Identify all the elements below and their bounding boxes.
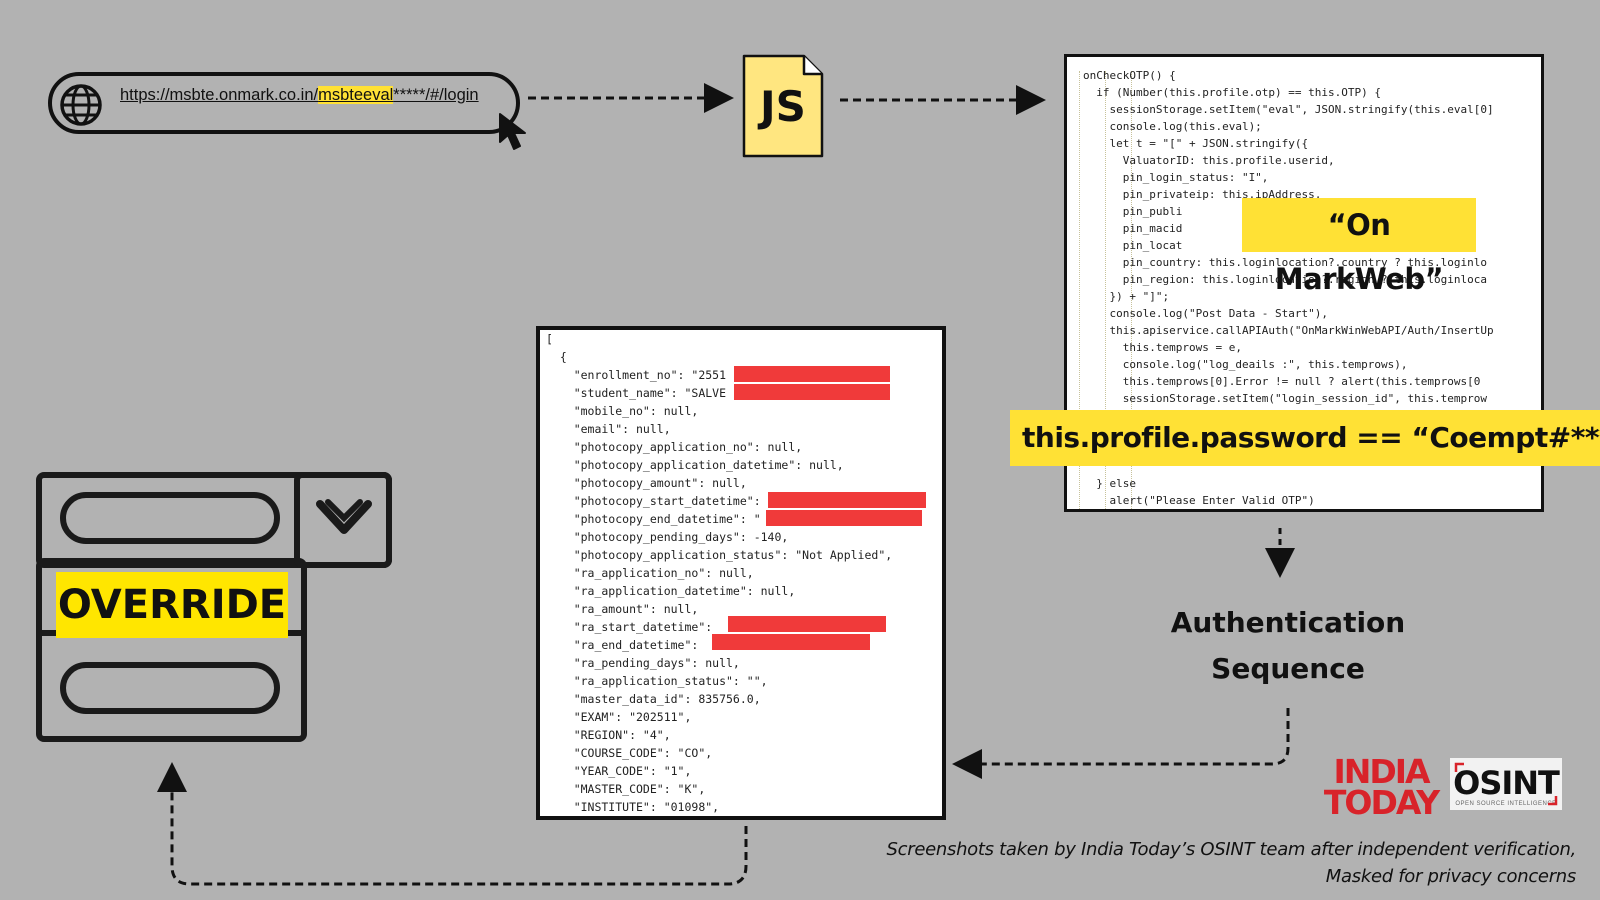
code-line: let t = "[" + JSON.stringify({ [1083,137,1309,150]
authentication-sequence-label: Authentication Sequence [1150,600,1426,692]
code-line: if (Number(this.profile.otp) == this.OTP… [1083,86,1382,99]
credit-line2: Masked for privacy concerns [1325,866,1577,887]
globe-icon [60,84,102,126]
chevron-down-icon [316,499,372,534]
redaction-bar [768,492,926,508]
json-line: "ra_end_datetime": [546,638,699,652]
osint-corner-brackets [1454,762,1558,806]
json-line: "YEAR_CODE": "1", [546,764,692,778]
code-line: ValuatorID: this.profile.userid, [1083,154,1335,167]
code-line: this.temprows[0].Error != null ? alert(t… [1083,375,1481,388]
json-line: "ra_application_status": "", [546,674,768,688]
url-highlight: msbteeval [318,86,394,104]
credit-caption: Screenshots taken by India Today’s OSINT… [886,836,1577,890]
auth-label-line1: Authentication [1170,606,1406,639]
code-line: sessionStorage.setItem("eval", JSON.stri… [1083,103,1494,116]
json-line: "photocopy_end_datetime": " [546,512,761,526]
redaction-bar [734,384,890,400]
json-line: "REGION": "4", [546,728,671,742]
json-line: "photocopy_application_status": "Not App… [546,548,893,562]
json-line: "MASTER_CODE": "K", [546,782,706,796]
json-line: "ra_application_no": null, [546,566,754,580]
json-line: "ra_start_datetime": [546,620,713,634]
markweb-callout: “On MarkWeb” [1242,198,1476,296]
mouse-cursor-icon [499,113,526,150]
json-line: "mobile_no": null, [546,404,699,418]
json-response-panel: [ { "enrollment_no": "2551 "student_name… [536,326,946,820]
form-input-top[interactable] [60,492,280,544]
code-line: this.apiservice.callAPIAuth("OnMarkWinWe… [1083,324,1494,337]
code-line: console.log(this.eval); [1083,120,1262,133]
code-line: this.temprows = e, [1083,341,1242,354]
code-line: } else [1083,477,1136,490]
url-suffix: *****/#/login [393,86,479,104]
json-line: "enrollment_no": "2551 [546,368,727,382]
json-line: "COURSE_CODE": "CO", [546,746,713,760]
password-callout: this.profile.password == “Coempt#***” [1010,410,1600,466]
json-line: "EXAM": "202511", [546,710,692,724]
json-line: "ra_application_datetime": null, [546,584,796,598]
js-file-label: JS [760,82,806,131]
india-today-line2: TODAY [1323,783,1440,822]
redaction-bar [728,616,886,632]
code-line: console.log("log_deails :", this.temprow… [1083,358,1408,371]
redaction-bar [766,510,922,526]
json-line: "email": null, [546,422,671,436]
code-line: onCheckOTP() { [1083,69,1176,82]
code-line: pin_macid [1083,222,1183,235]
json-line: "photocopy_application_no": null, [546,440,803,454]
url-link[interactable]: https://msbte.onmark.co.in/msbteeval****… [120,86,479,105]
form-input-bottom[interactable] [60,662,280,714]
arrow-auth-to-json [952,708,1290,779]
json-line: "student_name": "SALVE [546,386,727,400]
json-line: "photocopy_pending_days": -140, [546,530,789,544]
override-label: OVERRIDE [56,572,288,638]
json-line: "ra_pending_days": null, [546,656,740,670]
json-line: "ra_amount": null, [546,602,699,616]
auth-label-line2: Sequence [1211,652,1365,685]
india-today-logo: INDIA TODAY [1322,755,1440,822]
code-line: sessionStorage.setItem("login_session_id… [1083,392,1487,405]
credit-line1: Screenshots taken by India Today’s OSINT… [886,839,1577,860]
url-prefix: https://msbte.onmark.co.in/ [120,86,319,104]
json-line: "master_data_id": 835756.0, [546,692,761,706]
code-line: pin_publi [1083,205,1183,218]
json-line: "INSTITUTE": "01098", [546,800,720,814]
code-line: pin_login_status: "I", [1083,171,1269,184]
code-line: alert("Please Enter Valid OTP") [1083,494,1315,507]
json-line: [ [546,332,553,346]
json-line: "photocopy_amount": null, [546,476,747,490]
redaction-bar [712,634,870,650]
json-line: "photocopy_application_datetime": null, [546,458,844,472]
redaction-bar [734,366,890,382]
code-line: console.log("Post Data - Start"), [1083,307,1329,320]
code-line: }) + "]"; [1083,290,1170,303]
json-line: { [546,350,567,364]
